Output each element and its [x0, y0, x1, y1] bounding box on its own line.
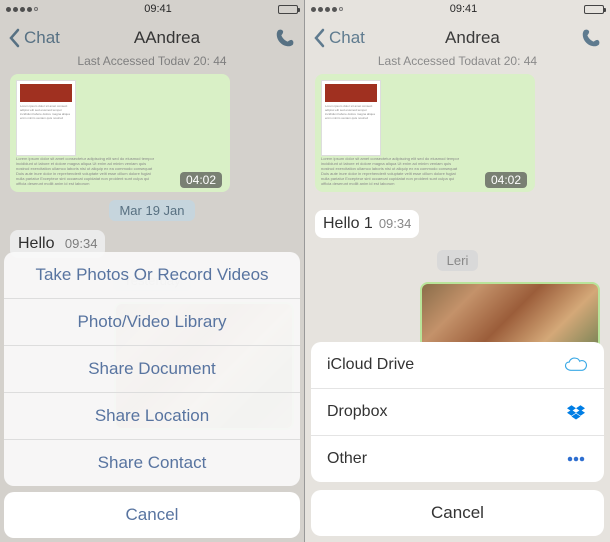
attachment-action-sheet: Take Photos Or Record Videos Photo/Video…: [4, 252, 300, 538]
provider-label: Dropbox: [327, 403, 387, 421]
document-message[interactable]: Lorem ipsum dolor sit amet consect adipi…: [10, 74, 230, 192]
provider-label: Other: [327, 450, 367, 468]
photo-library-option[interactable]: Photo/Video Library: [4, 298, 300, 345]
share-location-option[interactable]: Share Location: [4, 392, 300, 439]
phone-icon: [580, 27, 602, 49]
last-seen: Last Accessed Todavat 20: 44: [305, 54, 610, 68]
message-text: Hello: [18, 235, 54, 252]
left-phone: 09:41 Chat AAndrea Last Accessed Todav 2…: [0, 0, 305, 542]
share-document-option[interactable]: Share Document: [4, 345, 300, 392]
call-button[interactable]: [274, 27, 296, 49]
provider-label: iCloud Drive: [327, 356, 414, 374]
nav-bar: Chat AAndrea: [0, 18, 304, 58]
chevron-left-icon: [313, 28, 325, 48]
date-divider: Mar 19 Jan: [0, 202, 304, 220]
dropbox-icon: [564, 402, 588, 422]
signal-dots: [311, 7, 343, 12]
provider-list: iCloud Drive Dropbox Other: [311, 342, 604, 482]
message-time: 04:02: [485, 172, 527, 188]
date-divider: Leri: [305, 252, 610, 270]
signal-dots: [6, 7, 38, 12]
call-button[interactable]: [580, 27, 602, 49]
nav-bar: Chat Andrea: [305, 18, 610, 58]
right-phone: 09:41 Chat Andrea Last Accessed Todavat …: [305, 0, 610, 542]
back-label: Chat: [329, 28, 365, 48]
status-time: 09:41: [450, 3, 478, 15]
message-time: 09:34: [379, 216, 412, 231]
action-sheet-options: Take Photos Or Record Videos Photo/Video…: [4, 252, 300, 486]
more-icon: [564, 449, 588, 469]
status-bar: 09:41: [0, 0, 304, 18]
message-text: Hello 1: [323, 215, 373, 232]
chevron-left-icon: [8, 28, 20, 48]
document-message[interactable]: Lorem ipsum dolor sit amet consect adipi…: [315, 74, 535, 192]
battery-icon: [278, 5, 298, 14]
dropbox-option[interactable]: Dropbox: [311, 388, 604, 435]
cloud-icon: [564, 355, 588, 375]
chat-title[interactable]: Andrea: [445, 28, 500, 48]
battery-icon: [584, 5, 604, 14]
share-contact-option[interactable]: Share Contact: [4, 439, 300, 486]
chat-title[interactable]: AAndrea: [134, 28, 200, 48]
status-bar: 09:41: [305, 0, 610, 18]
message-time: 04:02: [180, 172, 222, 188]
phone-icon: [274, 27, 296, 49]
back-button[interactable]: Chat: [313, 28, 365, 48]
back-button[interactable]: Chat: [8, 28, 60, 48]
cancel-button[interactable]: Cancel: [311, 490, 604, 536]
document-provider-sheet: iCloud Drive Dropbox Other Cancel: [311, 342, 604, 536]
last-seen: Last Accessed Todav 20: 44: [0, 54, 304, 68]
other-option[interactable]: Other: [311, 435, 604, 482]
back-label: Chat: [24, 28, 60, 48]
status-time: 09:41: [144, 3, 172, 15]
message-time: 09:34: [65, 236, 98, 251]
icloud-drive-option[interactable]: iCloud Drive: [311, 342, 604, 388]
take-photo-option[interactable]: Take Photos Or Record Videos: [4, 252, 300, 298]
text-message[interactable]: Hello 1 09:34: [315, 210, 419, 238]
cancel-button[interactable]: Cancel: [4, 492, 300, 538]
